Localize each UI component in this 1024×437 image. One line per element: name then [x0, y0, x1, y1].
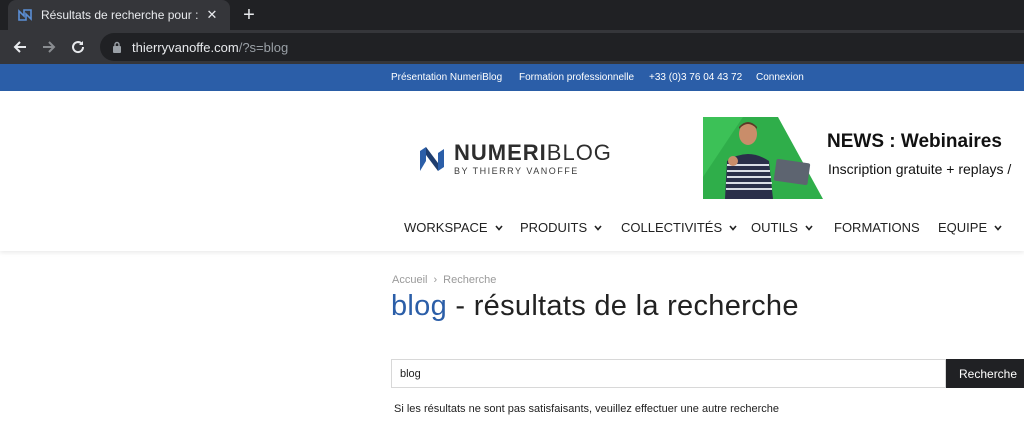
chevron-down-icon: [494, 224, 503, 231]
chevron-down-icon: [994, 224, 1002, 231]
search-hint: Si les résultats ne sont pas satisfaisan…: [394, 403, 780, 415]
banner-subtitle: Inscription gratuite + replays /: [828, 161, 1012, 177]
site-header: NUMERIBLOG BY THIERRY VANOFFE NEWS : Web…: [0, 91, 1024, 251]
page-title-suffix: - résultats de la recherche: [447, 290, 799, 322]
lock-icon: [112, 41, 122, 53]
page-title: blog - résultats de la recherche: [391, 290, 799, 323]
logo-name: NUMERIBLOG: [454, 140, 612, 165]
back-arrow-icon[interactable]: [10, 37, 30, 57]
banner-person-image: [703, 117, 823, 199]
url-host: thierryvanoffe.com: [132, 39, 239, 55]
nav-item-workspace[interactable]: WORKSPACE: [404, 220, 503, 235]
main-navigation: WORKSPACE PRODUITS COLLECTIVITÉS OUTILS …: [0, 220, 1024, 240]
new-tab-button[interactable]: +: [238, 4, 260, 26]
webinar-banner[interactable]: NEWS : Webinaires Inscription gratuite +…: [703, 117, 1024, 199]
top-link-bar: Présentation NumeriBlog Formation profes…: [0, 64, 1024, 91]
breadcrumb-home[interactable]: Accueil: [392, 274, 427, 286]
address-bar[interactable]: thierryvanoffe.com/?s=blog: [100, 33, 1024, 61]
numeriblog-logo-icon: [420, 147, 444, 171]
forward-arrow-icon[interactable]: [39, 37, 59, 57]
browser-tabstrip: Résultats de recherche pour : blog ✕ +: [0, 0, 1024, 30]
logo-tagline: BY THIERRY VANOFFE: [454, 166, 579, 176]
nav-item-collectivites[interactable]: COLLECTIVITÉS: [621, 220, 737, 235]
nav-item-produits[interactable]: PRODUITS: [520, 220, 602, 235]
chevron-down-icon: [805, 224, 813, 231]
search-keyword: blog: [391, 290, 448, 322]
reload-icon[interactable]: [68, 37, 88, 57]
link-formation[interactable]: Formation professionnelle: [519, 72, 634, 83]
link-presentation[interactable]: Présentation NumeriBlog: [391, 72, 502, 83]
site-logo[interactable]: NUMERIBLOG BY THIERRY VANOFFE: [416, 139, 631, 179]
link-connexion[interactable]: Connexion: [756, 72, 804, 83]
url-path: /?s=blog: [238, 39, 289, 55]
chevron-down-icon: [594, 224, 602, 231]
banner-title: NEWS : Webinaires: [827, 131, 1002, 152]
nav-item-formations[interactable]: FORMATIONS: [834, 220, 920, 235]
chevron-down-icon: [729, 224, 737, 231]
tab-title: Résultats de recherche pour : blog: [41, 8, 198, 22]
browser-toolbar: thierryvanoffe.com/?s=blog: [0, 30, 1024, 64]
search-button[interactable]: Recherche: [946, 359, 1024, 388]
link-phone[interactable]: +33 (0)3 76 04 43 72: [649, 72, 742, 83]
nav-item-outils[interactable]: OUTILS: [751, 220, 813, 235]
breadcrumb-current: Recherche: [443, 274, 497, 286]
breadcrumb: Accueil › Recherche: [392, 274, 496, 286]
close-tab-icon[interactable]: ✕: [204, 7, 220, 23]
browser-tab[interactable]: Résultats de recherche pour : blog ✕: [8, 0, 230, 30]
nav-item-equipe[interactable]: EQUIPE: [938, 220, 1002, 235]
search-input[interactable]: [391, 359, 946, 388]
breadcrumb-separator: ›: [433, 274, 438, 286]
numeriblog-favicon-icon: [18, 8, 32, 22]
